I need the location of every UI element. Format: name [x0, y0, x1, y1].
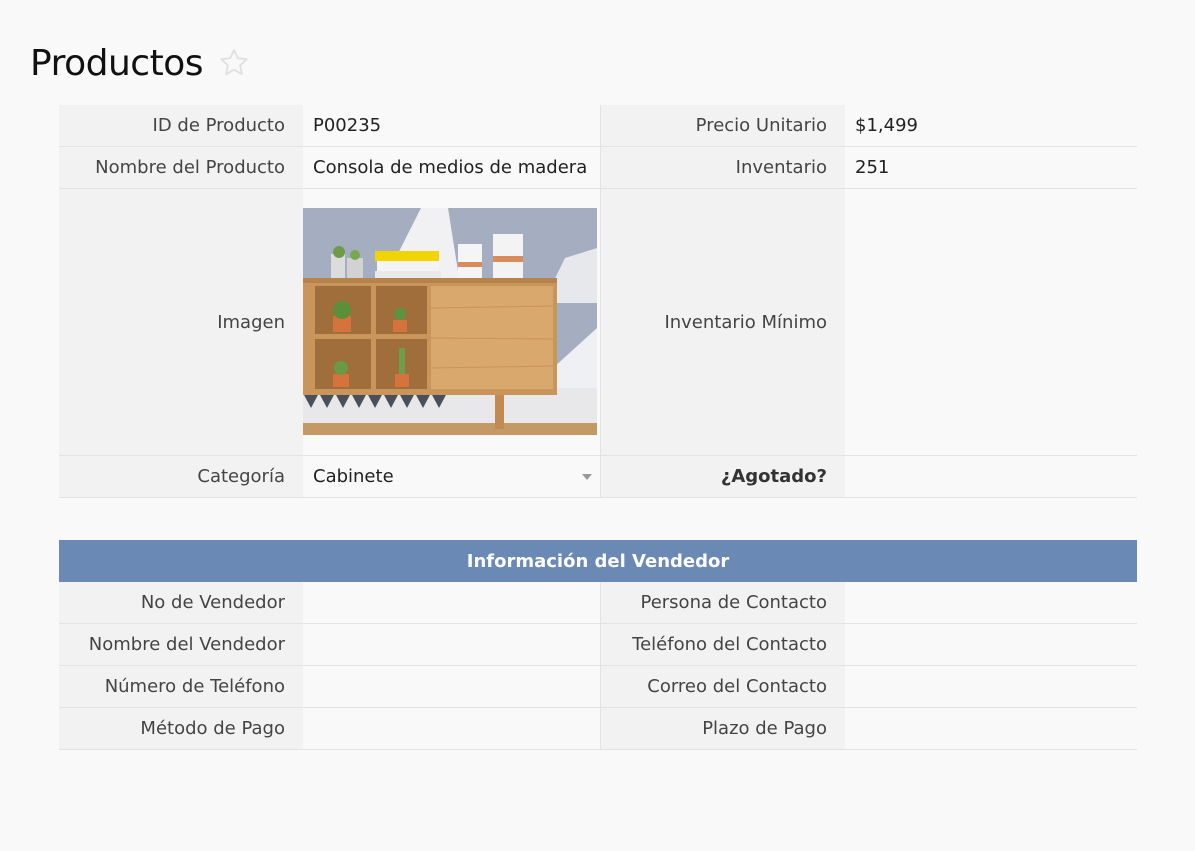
contact-phone-label: Teléfono del Contacto: [601, 624, 845, 666]
inventory-label: Inventario: [601, 147, 845, 189]
product-image[interactable]: [303, 208, 597, 435]
inventory-field[interactable]: 251: [845, 147, 1137, 189]
category-label: Categoría: [59, 456, 303, 498]
contact-person-field[interactable]: [845, 582, 1137, 624]
min-inventory-field[interactable]: [845, 189, 1137, 456]
contact-email-label: Correo del Contacto: [601, 666, 845, 708]
contact-email-field[interactable]: [845, 666, 1137, 708]
image-label: Imagen: [59, 189, 303, 456]
out-of-stock-field[interactable]: [845, 456, 1137, 498]
vendor-form: No de Vendedor Persona de Contacto Nombr…: [59, 582, 1137, 750]
product-name-field[interactable]: Consola de medios de madera: [303, 147, 601, 189]
min-inventory-label: Inventario Mínimo: [601, 189, 845, 456]
unit-price-field[interactable]: $1,499: [845, 105, 1137, 147]
page-header: Productos: [30, 40, 251, 86]
category-value: Cabinete: [313, 466, 394, 487]
vendor-number-field[interactable]: [303, 582, 601, 624]
unit-price-label: Precio Unitario: [601, 105, 845, 147]
image-field[interactable]: [303, 189, 601, 456]
chevron-down-icon[interactable]: [582, 473, 592, 480]
page-title: Productos: [30, 42, 203, 84]
product-form: ID de Producto P00235 Precio Unitario $1…: [59, 105, 1137, 498]
product-name-label: Nombre del Producto: [59, 147, 303, 189]
payment-method-label: Método de Pago: [59, 708, 303, 750]
vendor-name-field[interactable]: [303, 624, 601, 666]
payment-method-field[interactable]: [303, 708, 601, 750]
category-select[interactable]: Cabinete: [303, 456, 601, 498]
vendor-section-header: Información del Vendedor: [59, 540, 1137, 582]
vendor-name-label: Nombre del Vendedor: [59, 624, 303, 666]
product-id-label: ID de Producto: [59, 105, 303, 147]
out-of-stock-label: ¿Agotado?: [601, 456, 845, 498]
contact-phone-field[interactable]: [845, 624, 1137, 666]
vendor-number-label: No de Vendedor: [59, 582, 303, 624]
phone-number-label: Número de Teléfono: [59, 666, 303, 708]
star-outline-icon[interactable]: [217, 46, 251, 80]
phone-number-field[interactable]: [303, 666, 601, 708]
contact-person-label: Persona de Contacto: [601, 582, 845, 624]
product-id-field[interactable]: P00235: [303, 105, 601, 147]
payment-term-field[interactable]: [845, 708, 1137, 750]
payment-term-label: Plazo de Pago: [601, 708, 845, 750]
